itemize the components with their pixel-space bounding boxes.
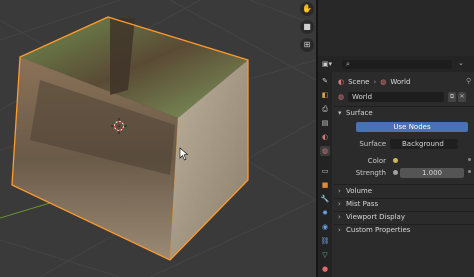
custom-properties-section-header[interactable]: › Custom Properties [334, 224, 474, 236]
chevron-right-icon: › [338, 200, 341, 208]
strength-field[interactable]: 1.000 [400, 168, 464, 178]
3d-viewport[interactable]: ✋ ■ ⊞ [0, 0, 316, 277]
search-input[interactable]: ⌕ [342, 60, 452, 69]
use-nodes-button[interactable]: Use Nodes [356, 122, 468, 132]
world-tab-icon[interactable]: ◍ [320, 146, 330, 156]
view-layer-tab-icon[interactable]: ▤ [320, 118, 330, 128]
use-nodes-label: Use Nodes [393, 123, 431, 131]
editor-type-icon[interactable]: ▣▾ [321, 59, 333, 69]
properties-header: ▣▾ ⌕ ⌄ [318, 56, 474, 72]
mist-pass-section-title: Mist Pass [346, 200, 379, 208]
outliner-area [318, 0, 474, 56]
color-row: Color [334, 156, 474, 168]
strength-row: Strength 1.000 [334, 168, 474, 180]
chevron-right-icon: › [338, 226, 341, 234]
color-label: Color [367, 157, 386, 165]
surface-label: Surface [359, 140, 386, 148]
copy-icon[interactable]: ⧉ [448, 92, 456, 102]
volume-section-title: Volume [346, 187, 373, 195]
surface-shader-field[interactable]: Background [390, 139, 458, 149]
surface-row: Surface Background [334, 139, 474, 151]
tool-tab-icon[interactable]: ✎ [320, 76, 330, 86]
strength-label: Strength [355, 169, 386, 177]
volume-section-header[interactable]: › Volume [334, 185, 474, 197]
properties-tabs: ✎ ◧ ⎙ ▤ ◐ ◍ ▭ ■ 🔧 ✸ ◉ ⛓ ▽ ● [318, 72, 332, 277]
color-socket-icon [393, 158, 398, 163]
scene-tab-icon[interactable]: ◐ [320, 132, 330, 142]
decorator-icon[interactable] [468, 170, 471, 173]
scene-icon: ◐ [338, 78, 345, 86]
search-icon: ⌕ [346, 60, 350, 68]
viewport-display-section-header[interactable]: › Viewport Display [334, 211, 474, 223]
pin-icon[interactable]: ⚲ [466, 77, 471, 85]
options-icon[interactable]: ⌄ [458, 59, 464, 67]
collection-tab-icon[interactable]: ▭ [320, 166, 330, 176]
chevron-right-icon: › [338, 213, 341, 221]
hand-gizmo-icon[interactable]: ✋ [300, 2, 314, 16]
chevron-right-icon: › [373, 78, 377, 86]
chevron-down-icon: ▾ [338, 109, 342, 117]
physics-tab-icon[interactable]: ◉ [320, 222, 330, 232]
world-datablock-row: ◍ World ⧉ ✕ [338, 92, 472, 104]
decorator-icon[interactable] [468, 158, 471, 161]
browse-icon[interactable]: ◍ [338, 92, 344, 102]
viewport-scene [0, 0, 316, 277]
grid-gizmo-icon[interactable]: ⊞ [300, 38, 314, 52]
material-tab-icon[interactable]: ● [320, 264, 330, 274]
modifier-tab-icon[interactable]: 🔧 [320, 194, 330, 204]
surface-section-header[interactable]: ▾ Surface [334, 107, 474, 119]
render-tab-icon[interactable]: ◧ [320, 90, 330, 100]
strength-value: 1.000 [421, 169, 443, 177]
surface-shader-value: Background [402, 140, 444, 148]
custom-properties-section-title: Custom Properties [346, 226, 411, 234]
breadcrumb-world: World [390, 78, 411, 86]
world-name: World [352, 93, 373, 101]
camera-gizmo-icon[interactable]: ■ [300, 20, 314, 34]
constraints-tab-icon[interactable]: ⛓ [320, 236, 330, 246]
breadcrumb: ◐ Scene › ◍ World [338, 76, 414, 88]
data-tab-icon[interactable]: ▽ [320, 250, 330, 260]
viewport-gizmos: ✋ ■ ⊞ [298, 0, 316, 60]
properties-panel: ▣▾ ⌕ ⌄ ✎ ◧ ⎙ ▤ ◐ ◍ ▭ ■ 🔧 ✸ ◉ ⛓ ▽ ● ◐ Scen… [318, 0, 474, 277]
viewport-display-section-title: Viewport Display [346, 213, 405, 221]
surface-section-title: Surface [346, 109, 373, 117]
output-tab-icon[interactable]: ⎙ [320, 104, 330, 114]
breadcrumb-scene: Scene [348, 78, 370, 86]
object-tab-icon[interactable]: ■ [320, 180, 330, 190]
world-properties: ◐ Scene › ◍ World ⚲ ◍ World ⧉ ✕ ▾ Surface Us… [334, 72, 474, 277]
mist-pass-section-header[interactable]: › Mist Pass [334, 198, 474, 210]
world-name-field[interactable]: World [348, 92, 444, 102]
chevron-right-icon: › [338, 187, 341, 195]
close-icon[interactable]: ✕ [458, 92, 466, 102]
world-icon: ◍ [380, 78, 387, 86]
strength-socket-icon [393, 170, 398, 175]
particles-tab-icon[interactable]: ✸ [320, 208, 330, 218]
